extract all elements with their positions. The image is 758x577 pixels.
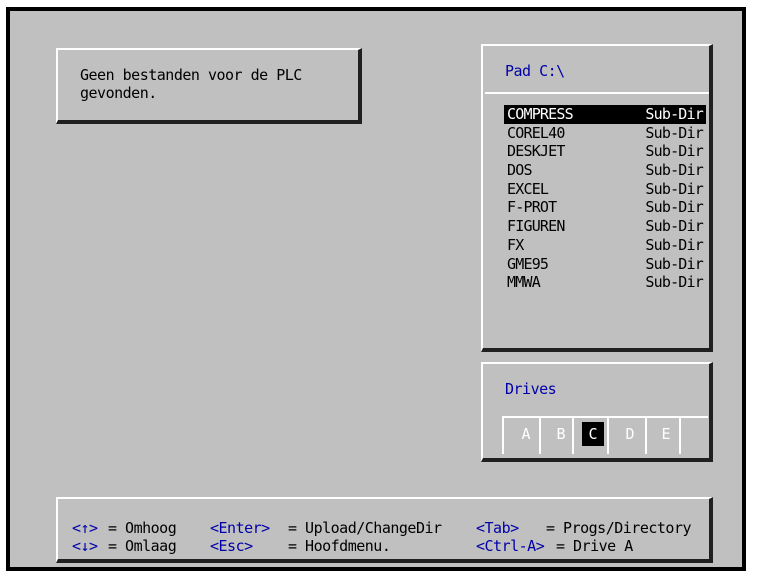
directory-type: Sub-Dir (645, 142, 703, 161)
directory-type: Sub-Dir (645, 217, 703, 236)
directory-row[interactable]: COREL40 Sub-Dir (504, 124, 706, 143)
help-ctrla-key: <Ctrl-A> (476, 537, 545, 555)
directory-row[interactable]: DESKJET Sub-Dir (504, 142, 706, 161)
directory-row[interactable]: GME95 Sub-Dir (504, 255, 706, 274)
help-tab-key: <Tab> (476, 519, 519, 537)
drive-button-b[interactable]: B (550, 422, 572, 446)
drive-separator (607, 418, 609, 454)
directory-name: FIGUREN (507, 217, 565, 236)
directory-type: Sub-Dir (645, 273, 703, 292)
directory-name: FX (507, 235, 524, 254)
help-down-key: <↓> (72, 537, 98, 555)
directory-name: F-PROT (507, 198, 557, 217)
drives-title: Drives (505, 380, 557, 398)
help-tab-desc: = Progs/Directory (546, 519, 692, 537)
help-enter-desc: = Upload/ChangeDir (288, 519, 442, 537)
message-panel: Geen bestanden voor de PLC gevonden. (56, 48, 362, 124)
drive-button-c[interactable]: C (582, 422, 604, 446)
directory-type: Sub-Dir (645, 179, 703, 198)
directory-row[interactable]: MMWA Sub-Dir (504, 273, 706, 292)
directory-name: DOS (507, 161, 532, 180)
message-line-1: Geen bestanden voor de PLC (80, 66, 302, 84)
directory-row[interactable]: COMPRESS Sub-Dir (504, 105, 706, 124)
drive-separator (539, 418, 541, 454)
directory-row[interactable]: FIGUREN Sub-Dir (504, 217, 706, 236)
help-up-desc: = Omhoog (108, 519, 177, 537)
help-ctrla-desc: = Drive A (556, 537, 633, 555)
drives-panel: Drives ABCDE (481, 362, 713, 462)
help-bar: <↑> = Omhoog <↓> = Omlaag <Enter> = Uplo… (56, 497, 713, 563)
path-title: Pad C:\ (505, 62, 565, 80)
help-up-key: <↑> (72, 519, 98, 537)
directory-name: COREL40 (507, 123, 565, 142)
drive-button-d[interactable]: D (619, 422, 641, 446)
dos-screen: Geen bestanden voor de PLC gevonden. Pad… (6, 7, 746, 571)
directory-row[interactable]: DOS Sub-Dir (504, 161, 706, 180)
path-divider (485, 92, 709, 94)
directory-name: DESKJET (507, 142, 565, 161)
directory-type: Sub-Dir (645, 161, 703, 180)
directory-name: GME95 (507, 254, 549, 273)
drive-separator (679, 418, 681, 454)
help-down-desc: = Omlaag (108, 537, 177, 555)
directory-row[interactable]: FX Sub-Dir (504, 236, 706, 255)
directory-name: COMPRESS (507, 105, 574, 123)
directory-type: Sub-Dir (645, 235, 703, 254)
help-esc-desc: = Hoofdmenu. (288, 537, 391, 555)
directory-row[interactable]: EXCEL Sub-Dir (504, 180, 706, 199)
help-enter-key: <Enter> (210, 519, 270, 537)
drive-selector: ABCDE (502, 416, 708, 454)
drive-button-e[interactable]: E (655, 422, 677, 446)
directory-type: Sub-Dir (645, 105, 703, 123)
directory-type: Sub-Dir (645, 198, 703, 217)
drive-separator (645, 418, 647, 454)
directory-list[interactable]: COMPRESS Sub-Dir COREL40 Sub-Dir DESKJET Sub-… (504, 105, 706, 292)
directory-type: Sub-Dir (645, 254, 703, 273)
directory-name: MMWA (507, 273, 541, 292)
drive-button-a[interactable]: A (515, 422, 537, 446)
message-line-2: gevonden. (80, 84, 157, 102)
drive-separator (572, 418, 574, 454)
directory-row[interactable]: F-PROT Sub-Dir (504, 198, 706, 217)
directory-name: EXCEL (507, 179, 549, 198)
help-esc-key: <Esc> (210, 537, 253, 555)
directory-type: Sub-Dir (645, 123, 703, 142)
path-panel: Pad C:\ COMPRESS Sub-Dir COREL40 Sub-Dir DES… (481, 44, 713, 352)
